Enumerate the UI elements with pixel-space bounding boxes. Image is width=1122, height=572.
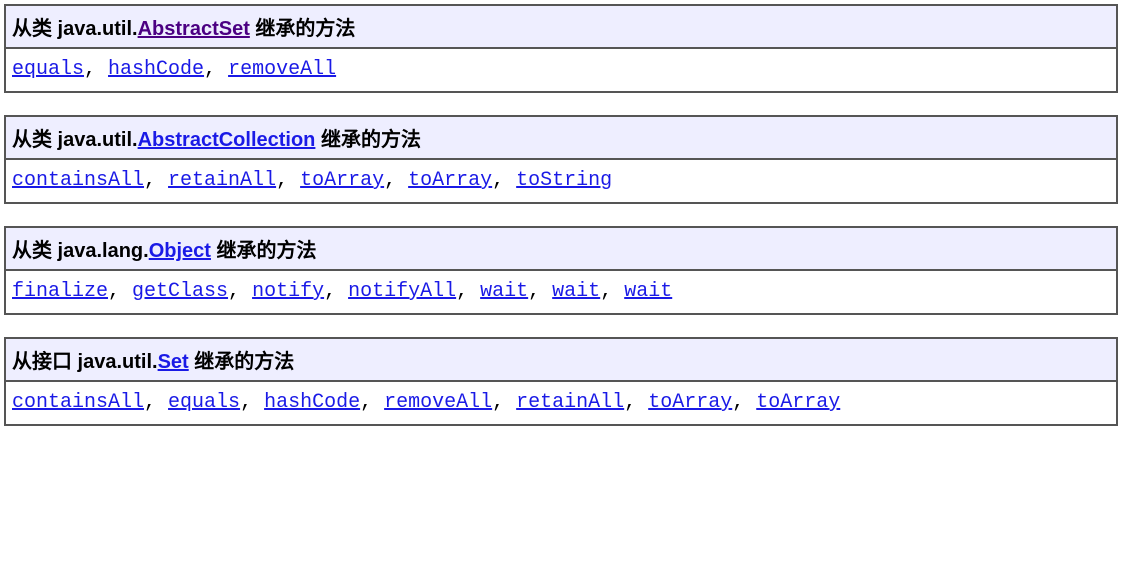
method-link[interactable]: retainAll [168, 169, 276, 192]
method-link[interactable]: toArray [756, 391, 840, 414]
separator: , [108, 280, 132, 303]
separator: , [456, 280, 480, 303]
separator: , [492, 391, 516, 414]
inherited-methods-group: 从类 java.util.AbstractCollection 继承的方法con… [4, 115, 1118, 204]
separator: , [492, 169, 516, 192]
header-prefix: 从类 java.util. [12, 18, 138, 40]
method-link[interactable]: removeAll [384, 391, 492, 414]
method-link[interactable]: notify [252, 280, 324, 303]
header-prefix: 从类 java.util. [12, 129, 138, 151]
group-body: containsAll, retainAll, toArray, toArray… [6, 160, 1116, 202]
separator: , [228, 280, 252, 303]
class-link[interactable]: Set [158, 351, 189, 373]
header-prefix: 从类 java.lang. [12, 240, 149, 262]
inherited-methods-group: 从类 java.lang.Object 继承的方法finalize, getCl… [4, 226, 1118, 315]
separator: , [240, 391, 264, 414]
method-link[interactable]: hashCode [108, 58, 204, 81]
inherited-methods-group: 从接口 java.util.Set 继承的方法containsAll, equa… [4, 337, 1118, 426]
separator: , [528, 280, 552, 303]
header-suffix: 继承的方法 [250, 18, 356, 40]
separator: , [324, 280, 348, 303]
class-link[interactable]: AbstractSet [138, 18, 250, 40]
separator: , [144, 169, 168, 192]
method-link[interactable]: notifyAll [348, 280, 456, 303]
header-suffix: 继承的方法 [315, 129, 421, 151]
separator: , [84, 58, 108, 81]
group-header: 从类 java.lang.Object 继承的方法 [6, 228, 1116, 271]
separator: , [384, 169, 408, 192]
header-suffix: 继承的方法 [211, 240, 317, 262]
method-link[interactable]: getClass [132, 280, 228, 303]
separator: , [600, 280, 624, 303]
separator: , [204, 58, 228, 81]
separator: , [276, 169, 300, 192]
separator: , [360, 391, 384, 414]
method-link[interactable]: hashCode [264, 391, 360, 414]
group-header: 从类 java.util.AbstractCollection 继承的方法 [6, 117, 1116, 160]
separator: , [144, 391, 168, 414]
method-link[interactable]: equals [168, 391, 240, 414]
method-link[interactable]: wait [624, 280, 672, 303]
group-header: 从类 java.util.AbstractSet 继承的方法 [6, 6, 1116, 49]
group-body: equals, hashCode, removeAll [6, 49, 1116, 91]
method-link[interactable]: toString [516, 169, 612, 192]
method-link[interactable]: containsAll [12, 391, 144, 414]
method-link[interactable]: finalize [12, 280, 108, 303]
separator: , [624, 391, 648, 414]
method-link[interactable]: equals [12, 58, 84, 81]
group-body: finalize, getClass, notify, notifyAll, w… [6, 271, 1116, 313]
group-header: 从接口 java.util.Set 继承的方法 [6, 339, 1116, 382]
separator: , [732, 391, 756, 414]
method-link[interactable]: wait [552, 280, 600, 303]
header-prefix: 从接口 java.util. [12, 351, 158, 373]
group-body: containsAll, equals, hashCode, removeAll… [6, 382, 1116, 424]
method-link[interactable]: removeAll [228, 58, 336, 81]
method-link[interactable]: retainAll [516, 391, 624, 414]
class-link[interactable]: Object [149, 240, 211, 262]
header-suffix: 继承的方法 [189, 351, 295, 373]
method-link[interactable]: toArray [648, 391, 732, 414]
class-link[interactable]: AbstractCollection [138, 129, 316, 151]
method-link[interactable]: toArray [300, 169, 384, 192]
method-link[interactable]: wait [480, 280, 528, 303]
method-link[interactable]: containsAll [12, 169, 144, 192]
method-link[interactable]: toArray [408, 169, 492, 192]
inherited-methods-group: 从类 java.util.AbstractSet 继承的方法equals, ha… [4, 4, 1118, 93]
